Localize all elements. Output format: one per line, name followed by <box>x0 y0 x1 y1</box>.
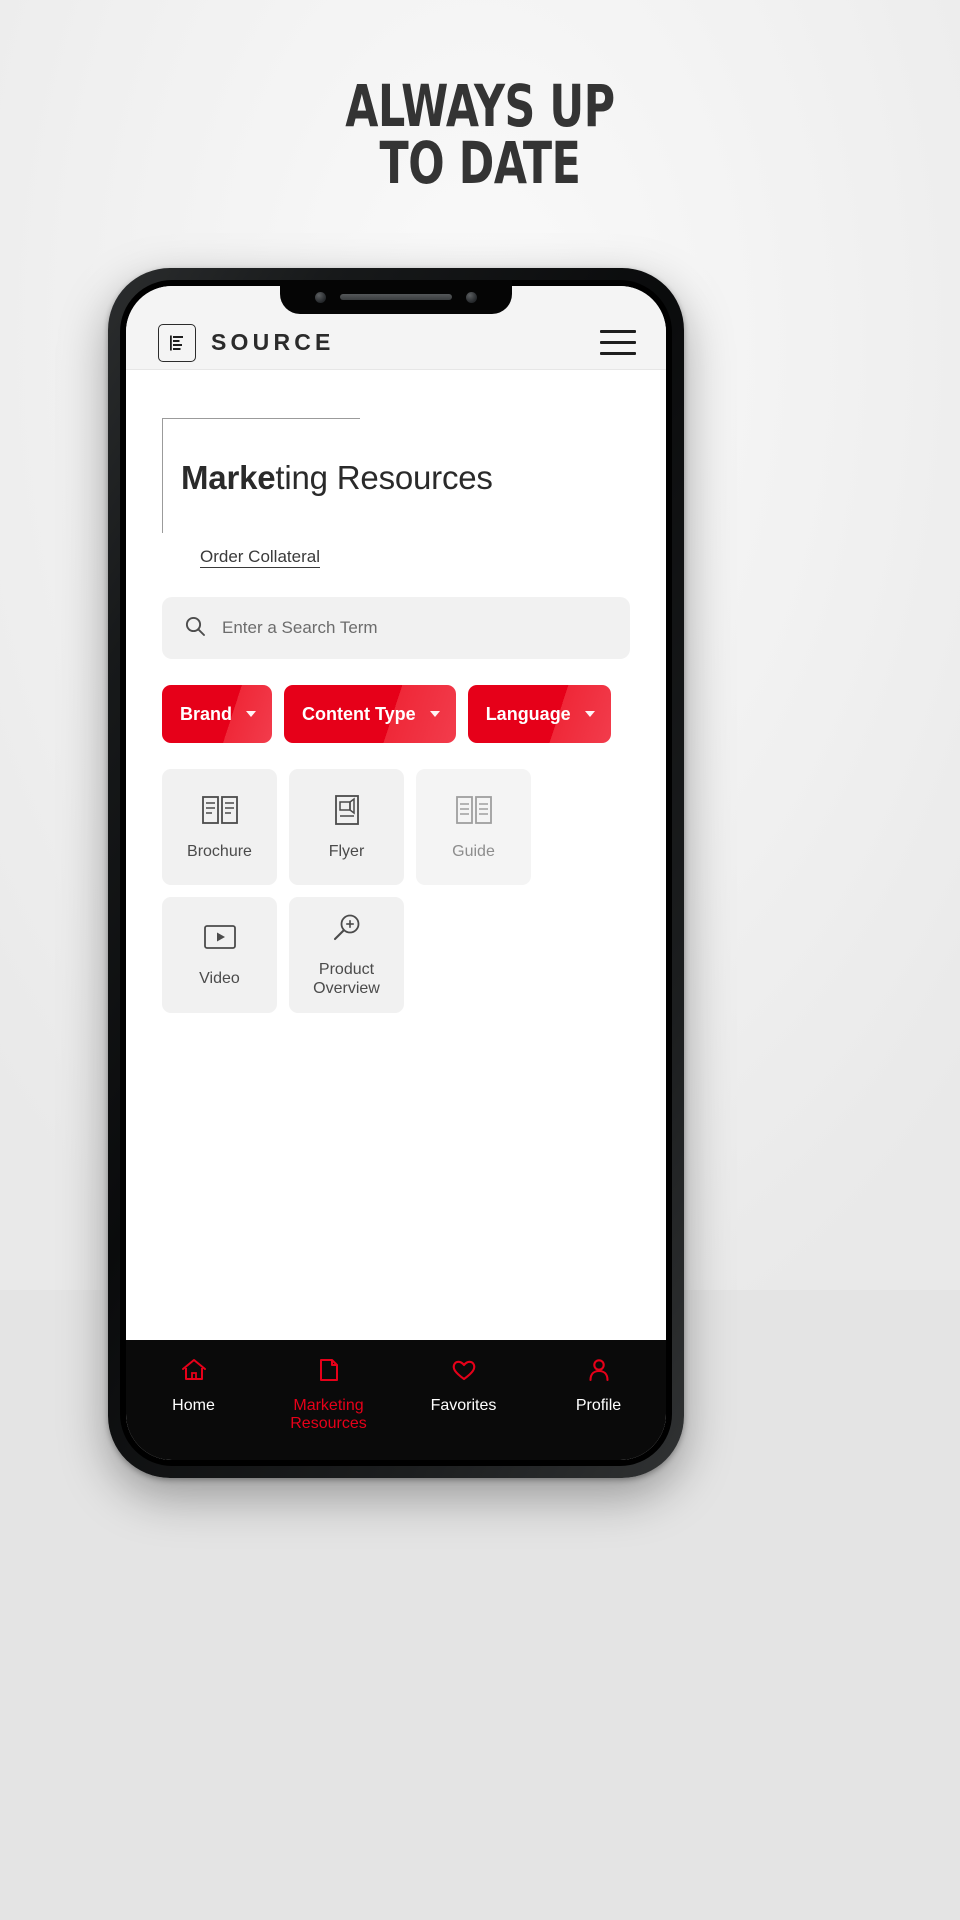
filter-bar: Brand Content Type Language <box>162 685 630 743</box>
tile-flyer[interactable]: Flyer <box>289 769 404 885</box>
tile-flyer-label: Flyer <box>328 843 365 861</box>
nav-item-profile[interactable]: Profile <box>531 1356 666 1415</box>
play-video-icon <box>200 921 240 960</box>
tile-guide-label: Guide <box>452 843 495 861</box>
page-title: Marketing Resources <box>181 459 493 497</box>
brand-logo[interactable]: SOURCE <box>158 323 335 362</box>
tile-guide[interactable]: Guide <box>416 769 531 885</box>
promo-headline-line2: TO DATE <box>379 128 581 197</box>
page-title-rest: ting Resources <box>275 459 493 496</box>
order-collateral-link[interactable]: Order Collateral <box>200 547 320 566</box>
filter-language-button[interactable]: Language <box>467 685 611 743</box>
filter-language-label: Language <box>485 703 571 724</box>
front-camera-icon <box>315 291 326 303</box>
page-title-emphasis: Marke <box>181 459 276 496</box>
page-title-bracket: Marketing Resources <box>162 418 493 533</box>
tile-brochure-label: Brochure <box>187 843 252 861</box>
folder-icon <box>315 1356 343 1389</box>
tile-video[interactable]: Video <box>162 897 277 1013</box>
chevron-down-icon <box>246 711 257 717</box>
promo-headline: ALWAYS UP TO DATE <box>86 77 873 197</box>
person-icon <box>585 1356 613 1389</box>
home-icon <box>179 1356 209 1389</box>
search-input[interactable] <box>222 618 608 638</box>
flyer-page-icon <box>330 792 364 833</box>
tile-video-label: Video <box>199 970 240 988</box>
chevron-down-icon <box>429 711 440 717</box>
filter-content-type-button[interactable]: Content Type <box>284 685 456 743</box>
nav-item-favorites-label: Favorites <box>430 1397 497 1414</box>
category-tile-grid: Brochure Flyer Guide Video Product Overv… <box>162 769 630 1013</box>
nav-item-marketing-resources[interactable]: Marketing Resources <box>261 1356 396 1434</box>
app-screen: SOURCE Marketing Resources Order Collate… <box>126 286 666 1460</box>
app-content: Marketing Resources Order Collateral Ent… <box>126 370 666 1340</box>
filter-brand-button[interactable]: Brand <box>162 685 273 743</box>
hamburger-menu-icon[interactable] <box>600 329 636 356</box>
guide-book-icon <box>454 792 494 833</box>
filter-content-type-label: Content Type <box>302 703 416 724</box>
filter-brand-label: Brand <box>180 703 233 724</box>
search-icon <box>184 615 206 642</box>
nav-item-profile-label: Profile <box>575 1397 622 1414</box>
tile-brochure[interactable]: Brochure <box>162 769 277 885</box>
document-lines-icon <box>158 323 196 362</box>
tile-product-overview[interactable]: Product Overview <box>289 897 404 1013</box>
phone-notch <box>280 280 512 314</box>
bottom-navigation: Home Marketing Resources Favorites Profi… <box>126 1340 666 1460</box>
tile-product-overview-label: Product Overview <box>313 961 380 997</box>
earpiece-speaker <box>340 294 452 300</box>
order-collateral-row: Order Collateral <box>162 533 630 567</box>
nav-item-marketing-resources-label: Marketing Resources <box>290 1397 367 1433</box>
search-bar[interactable] <box>162 597 630 659</box>
heart-icon <box>449 1356 479 1389</box>
magnifier-plus-icon <box>329 912 365 951</box>
nav-item-favorites[interactable]: Favorites <box>396 1356 531 1415</box>
sensor-icon <box>466 291 477 303</box>
open-book-icon <box>200 792 240 833</box>
nav-item-home[interactable]: Home <box>126 1356 261 1415</box>
phone-screen-bezel: SOURCE Marketing Resources Order Collate… <box>120 280 672 1466</box>
phone-mockup: SOURCE Marketing Resources Order Collate… <box>108 268 684 1478</box>
brand-name: SOURCE <box>211 329 335 355</box>
chevron-down-icon <box>584 711 595 717</box>
nav-item-home-label: Home <box>172 1397 215 1414</box>
